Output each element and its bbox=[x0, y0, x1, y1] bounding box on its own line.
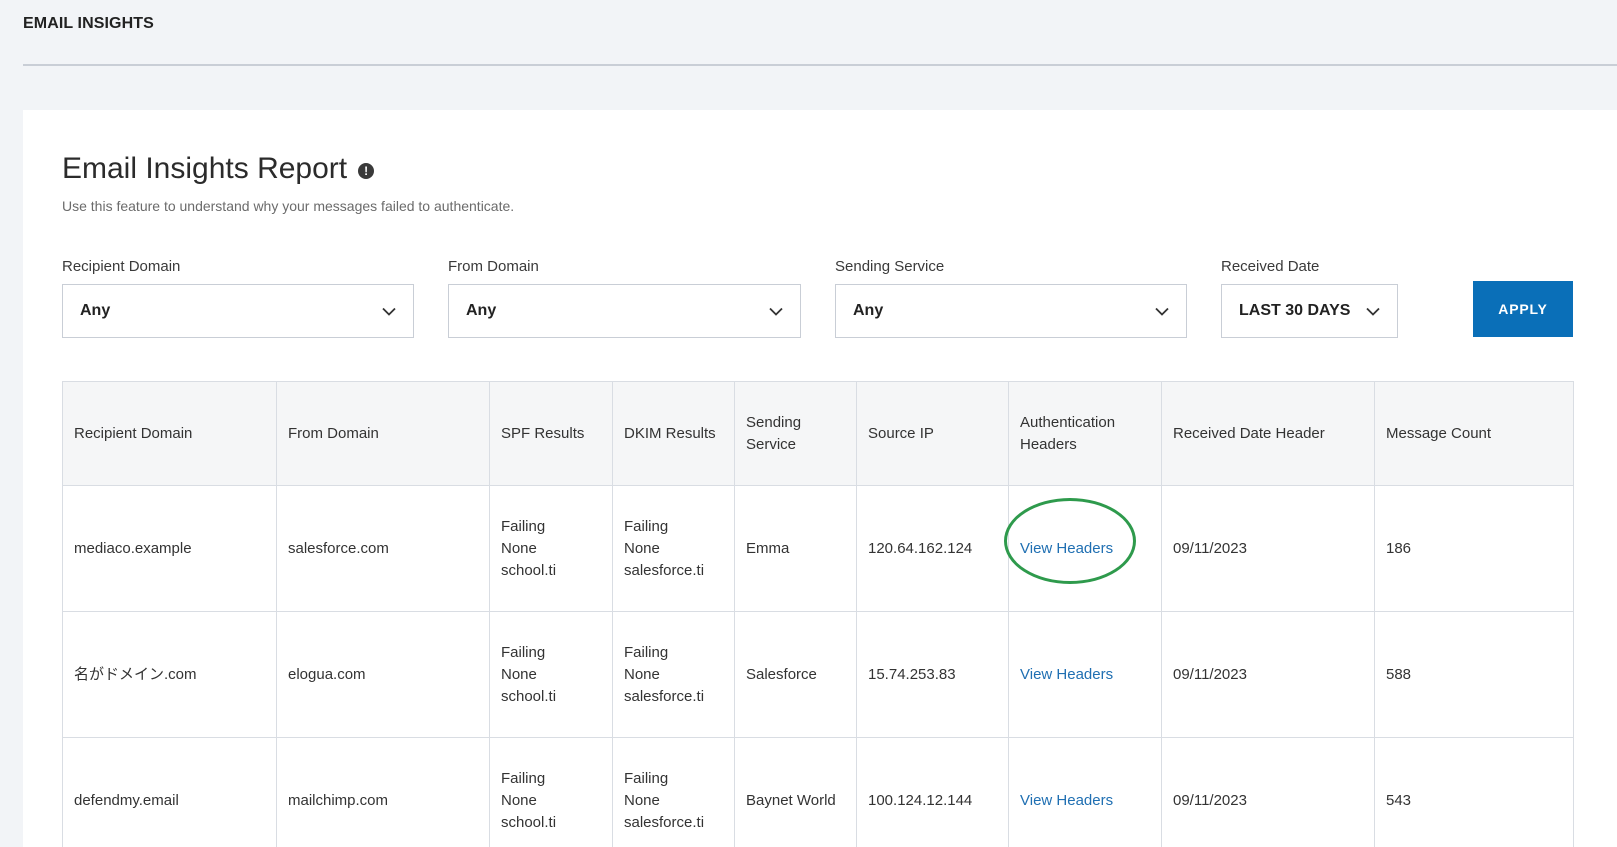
dkim-mode: None bbox=[624, 539, 660, 557]
spf-status: Failing bbox=[501, 643, 546, 661]
from-domain-cell: salesforce.com bbox=[276, 485, 490, 612]
spf-results-cell: Failing None school.ti bbox=[489, 737, 613, 847]
recipient-domain-cell: defendmy.email bbox=[62, 737, 277, 847]
column-header[interactable]: DKIM Results bbox=[612, 381, 735, 486]
chevron-down-icon bbox=[769, 307, 783, 316]
from-domain-cell: mailchimp.com bbox=[276, 737, 490, 847]
column-header[interactable]: SPF Results bbox=[489, 381, 613, 486]
sending-service-select[interactable]: Any bbox=[835, 284, 1187, 338]
auth-headers-cell: View Headers bbox=[1008, 611, 1162, 738]
dkim-domain: salesforce.ti bbox=[624, 813, 705, 831]
sending-service-cell: Baynet World bbox=[734, 737, 857, 847]
table-row: 名がドメイン.com elogua.com Failing None schoo… bbox=[62, 611, 1574, 738]
spf-domain: school.ti bbox=[501, 687, 557, 705]
dkim-status: Failing bbox=[624, 643, 669, 661]
info-icon[interactable]: ! bbox=[358, 163, 375, 179]
from-domain-value: Any bbox=[466, 302, 497, 319]
source-ip-cell: 100.124.12.144 bbox=[856, 737, 1009, 847]
chevron-down-icon bbox=[1366, 307, 1380, 316]
chevron-down-icon bbox=[382, 307, 396, 316]
spf-mode: None bbox=[501, 665, 537, 683]
table-header-row: Recipient Domain From Domain SPF Results… bbox=[62, 381, 1574, 486]
spf-domain: school.ti bbox=[501, 561, 557, 579]
column-header[interactable]: Authentication Headers bbox=[1008, 381, 1162, 486]
sending-service-cell: Emma bbox=[734, 485, 857, 612]
message-count-cell: 186 bbox=[1374, 485, 1574, 612]
spf-mode: None bbox=[501, 791, 537, 809]
dkim-results-cell: Failing None salesforce.ti bbox=[612, 737, 735, 847]
spf-status: Failing bbox=[501, 517, 546, 535]
auth-headers-cell: View Headers bbox=[1004, 485, 1162, 612]
column-header[interactable]: Message Count bbox=[1374, 381, 1574, 486]
from-domain-cell: elogua.com bbox=[276, 611, 490, 738]
dkim-domain: salesforce.ti bbox=[624, 561, 705, 579]
recipient-domain-label: Recipient Domain bbox=[62, 258, 181, 275]
dkim-status: Failing bbox=[624, 769, 669, 787]
received-date-label: Received Date bbox=[1221, 258, 1320, 275]
message-count-cell: 543 bbox=[1374, 737, 1574, 847]
from-domain-label: From Domain bbox=[448, 258, 539, 275]
dkim-results-cell: Failing None salesforce.ti bbox=[612, 611, 735, 738]
spf-mode: None bbox=[501, 539, 537, 557]
received-date-value: LAST 30 DAYS bbox=[1239, 302, 1351, 319]
sending-service-cell: Salesforce bbox=[734, 611, 857, 738]
column-header[interactable]: Received Date Header bbox=[1161, 381, 1375, 486]
table-row: defendmy.email mailchimp.com Failing Non… bbox=[62, 737, 1574, 847]
sending-service-label: Sending Service bbox=[835, 258, 945, 275]
dkim-domain: salesforce.ti bbox=[624, 687, 705, 705]
source-ip-cell: 120.64.162.124 bbox=[856, 485, 1009, 612]
spf-results-cell: Failing None school.ti bbox=[489, 485, 613, 612]
message-count-cell: 588 bbox=[1374, 611, 1574, 738]
apply-button[interactable]: APPLY bbox=[1473, 281, 1573, 337]
dkim-status: Failing bbox=[624, 517, 669, 535]
report-subtitle: Use this feature to understand why your … bbox=[62, 198, 515, 214]
dkim-results-cell: Failing None salesforce.ti bbox=[612, 485, 735, 612]
received-date-cell: 09/11/2023 bbox=[1161, 737, 1375, 847]
top-bar: EMAIL INSIGHTS bbox=[23, 0, 1617, 66]
view-headers-link[interactable]: View Headers bbox=[1020, 666, 1113, 683]
page-header-title: EMAIL INSIGHTS bbox=[23, 15, 154, 32]
table-row: mediaco.example salesforce.com Failing N… bbox=[62, 485, 1574, 612]
sending-service-value: Any bbox=[853, 302, 884, 319]
received-date-select[interactable]: LAST 30 DAYS bbox=[1221, 284, 1398, 338]
report-title: Email Insights Report ! bbox=[62, 152, 375, 186]
view-headers-link[interactable]: View Headers bbox=[1020, 792, 1113, 809]
auth-headers-cell: View Headers bbox=[1008, 737, 1162, 847]
source-ip-cell: 15.74.253.83 bbox=[856, 611, 1009, 738]
from-domain-select[interactable]: Any bbox=[448, 284, 801, 338]
chevron-down-icon bbox=[1155, 307, 1169, 316]
column-header[interactable]: Recipient Domain bbox=[62, 381, 277, 486]
spf-status: Failing bbox=[501, 769, 546, 787]
recipient-domain-value: Any bbox=[80, 302, 111, 319]
report-title-text: Email Insights Report bbox=[62, 152, 348, 185]
column-header[interactable]: Sending Service bbox=[734, 381, 857, 486]
spf-domain: school.ti bbox=[501, 813, 557, 831]
recipient-domain-cell: mediaco.example bbox=[62, 485, 277, 612]
highlighted-link-wrap: View Headers bbox=[1004, 497, 1136, 584]
received-date-cell: 09/11/2023 bbox=[1161, 611, 1375, 738]
dkim-mode: None bbox=[624, 791, 660, 809]
column-header[interactable]: Source IP bbox=[856, 381, 1009, 486]
column-header[interactable]: From Domain bbox=[276, 381, 490, 486]
insights-table: Recipient Domain From Domain SPF Results… bbox=[62, 381, 1574, 847]
received-date-cell: 09/11/2023 bbox=[1161, 485, 1375, 612]
recipient-domain-select[interactable]: Any bbox=[62, 284, 414, 338]
view-headers-link[interactable]: View Headers bbox=[1020, 540, 1113, 557]
dkim-mode: None bbox=[624, 665, 660, 683]
recipient-domain-cell: 名がドメイン.com bbox=[62, 611, 277, 738]
spf-results-cell: Failing None school.ti bbox=[489, 611, 613, 738]
report-card: Email Insights Report ! Use this feature… bbox=[23, 110, 1617, 847]
